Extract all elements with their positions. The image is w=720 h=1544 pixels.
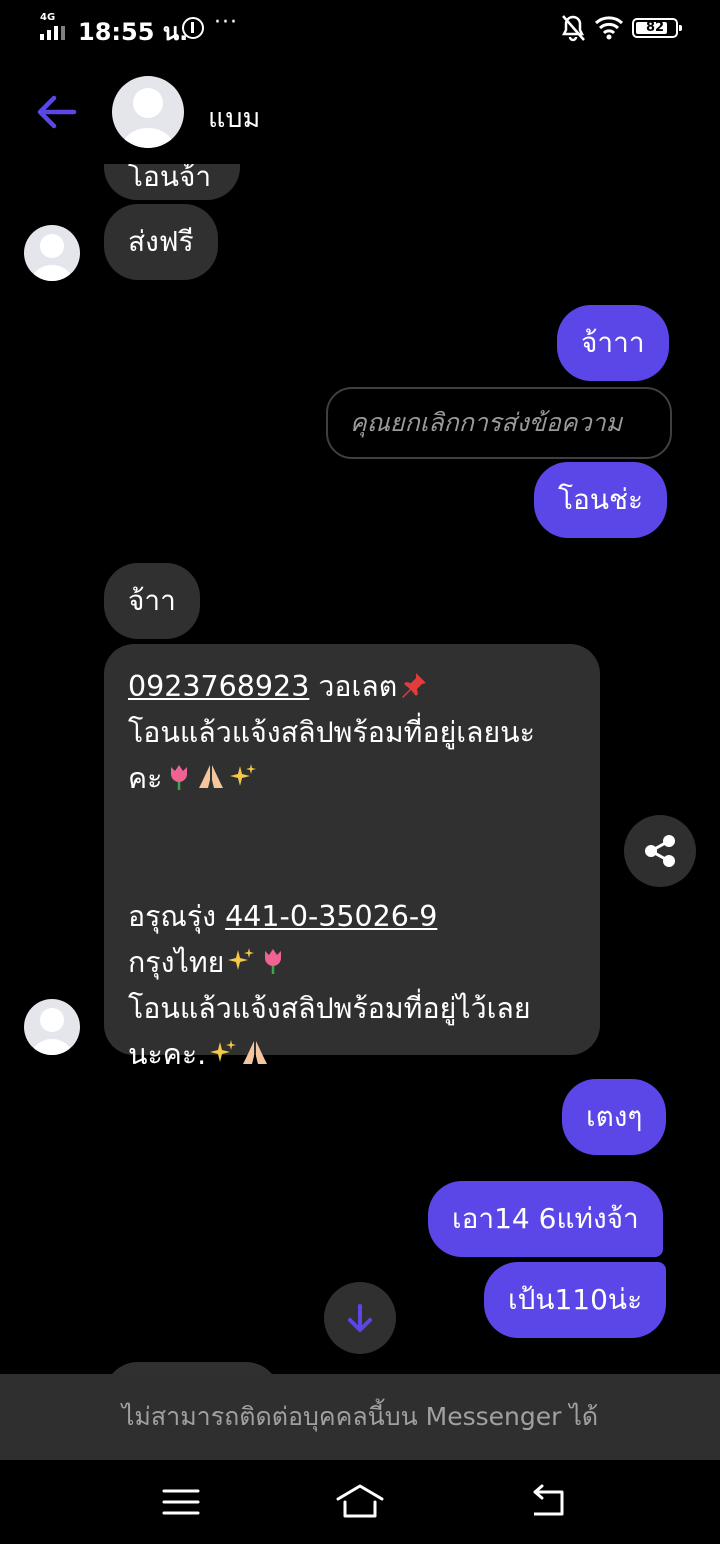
share-button[interactable] xyxy=(624,815,696,887)
tulip-emoji-icon xyxy=(171,765,188,790)
contact-avatar[interactable] xyxy=(112,76,184,148)
sparkles-emoji-icon xyxy=(230,764,257,786)
payment-line: โอนแล้วแจ้งสลิปพร้อมที่อยู่เลยนะ xyxy=(128,716,535,749)
payment-line: คะ xyxy=(128,762,163,795)
message-bubble-incoming[interactable]: ส่งฟรี xyxy=(104,204,218,280)
message-bubble-incoming[interactable]: จ้าา xyxy=(104,563,200,639)
message-text: เอา14 6แท่งจ้า xyxy=(452,1202,639,1235)
chat-header: แบม xyxy=(0,60,720,164)
message-text: เป้น110น่ะ xyxy=(508,1283,643,1316)
message-bubble-outgoing[interactable]: โอนช่ะ xyxy=(534,462,668,538)
message-bubble-incoming[interactable]: โอนจ้า xyxy=(104,164,240,200)
menu-icon[interactable] xyxy=(156,1482,206,1522)
banner-text: ไม่สามารถติดต่อบุคคลนี้บน Messenger ได้ xyxy=(121,1402,599,1431)
folded-hands-emoji-icon xyxy=(243,1041,268,1064)
bell-off-icon xyxy=(561,15,585,42)
bank-name: กรุงไทย xyxy=(128,946,225,979)
return-icon[interactable] xyxy=(524,1482,574,1522)
payment-info-message[interactable]: 0923768923 วอเลต โอนแล้วแจ้งสลิปพร้อมที่… xyxy=(104,644,600,1071)
message-text: โอนจ้า xyxy=(128,164,212,193)
payment-line: โอนแล้วแจ้งสลิปพร้อมที่อยู่ไว้เลย xyxy=(128,992,531,1025)
message-text: จ้าา xyxy=(128,584,176,617)
message-text: ส่งฟรี xyxy=(128,225,194,258)
payment-line: นะคะ. xyxy=(128,1038,207,1071)
unsent-text: คุณยกเลิกการส่งข้อความ xyxy=(350,408,623,437)
sparkles-emoji-icon xyxy=(228,948,255,970)
home-icon[interactable] xyxy=(335,1482,385,1522)
overflow-dots: ··· xyxy=(214,10,238,35)
sparkles-emoji-icon xyxy=(210,1040,237,1062)
contact-name[interactable]: แบม xyxy=(208,96,260,139)
folded-hands-emoji-icon xyxy=(199,765,224,788)
battery-percent: 82 xyxy=(645,20,665,35)
arrow-down-icon xyxy=(348,1304,372,1332)
sender-avatar xyxy=(24,999,80,1055)
message-bubble-incoming[interactable] xyxy=(104,1362,280,1374)
status-bar: 4G 18:55 น. ··· 82 xyxy=(0,0,720,60)
account-number-link[interactable]: 441-0-35026-9 xyxy=(225,900,437,933)
network-type: 4G xyxy=(40,12,56,23)
system-nav-bar xyxy=(0,1460,720,1544)
wifi-icon xyxy=(594,16,624,40)
tulip-emoji-icon xyxy=(265,949,282,974)
message-bubble-outgoing[interactable]: เป้น110น่ะ xyxy=(484,1262,667,1338)
cannot-contact-banner: ไม่สามารถติดต่อบุคคลนี้บน Messenger ได้ xyxy=(0,1374,720,1460)
scroll-to-bottom-button[interactable] xyxy=(324,1282,396,1354)
phone-number-link[interactable]: 0923768923 xyxy=(128,670,309,703)
sender-avatar xyxy=(24,225,80,281)
clock: 18:55 น. xyxy=(78,18,189,46)
battery-icon: 82 xyxy=(632,18,682,38)
message-text: โอนช่ะ xyxy=(558,483,644,516)
message-bubble-outgoing[interactable]: เตงๆ xyxy=(562,1079,667,1155)
message-text: เตงๆ xyxy=(586,1100,643,1133)
account-name: อรุณรุ่ง xyxy=(128,900,226,933)
pushpin-emoji-icon xyxy=(402,673,427,698)
message-bubble-outgoing[interactable]: เอา14 6แท่งจ้า xyxy=(428,1181,663,1257)
wallet-label: วอเลต xyxy=(309,670,398,703)
signal-icon: 4G xyxy=(40,12,70,40)
message-list[interactable]: โอนจ้า ส่งฟรี จ้าาา คุณยกเลิกการส่งข้อคว… xyxy=(0,164,720,1374)
back-arrow-icon[interactable] xyxy=(30,90,80,134)
unsent-message-notice: คุณยกเลิกการส่งข้อความ xyxy=(326,387,672,459)
share-icon xyxy=(645,835,675,867)
message-bubble-outgoing[interactable]: จ้าาา xyxy=(557,305,669,381)
message-text: จ้าาา xyxy=(581,326,645,359)
data-saver-icon xyxy=(182,17,204,39)
